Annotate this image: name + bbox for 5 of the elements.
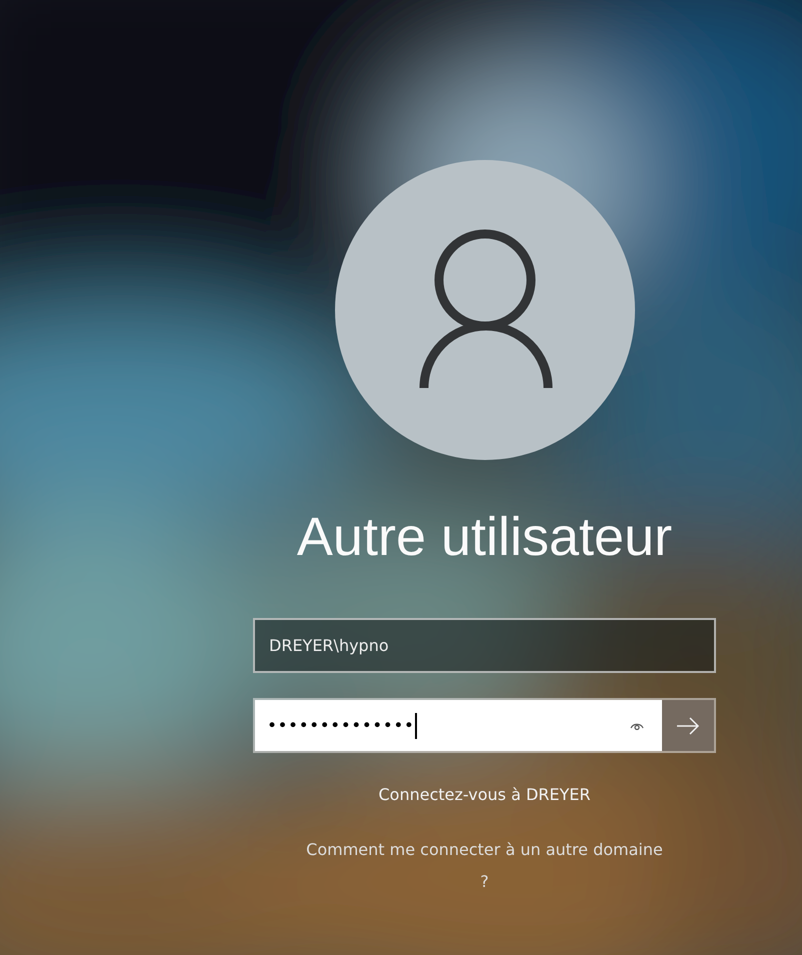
sign-in-domain-text: Connectez-vous à DREYER [378, 785, 590, 804]
other-domain-link[interactable]: Comment me connecter à un autre domaine ? [304, 834, 664, 898]
username-field[interactable]: DREYER\hypno [253, 618, 716, 673]
user-avatar-icon [334, 160, 634, 460]
user-name: Autre utilisateur [296, 506, 672, 568]
